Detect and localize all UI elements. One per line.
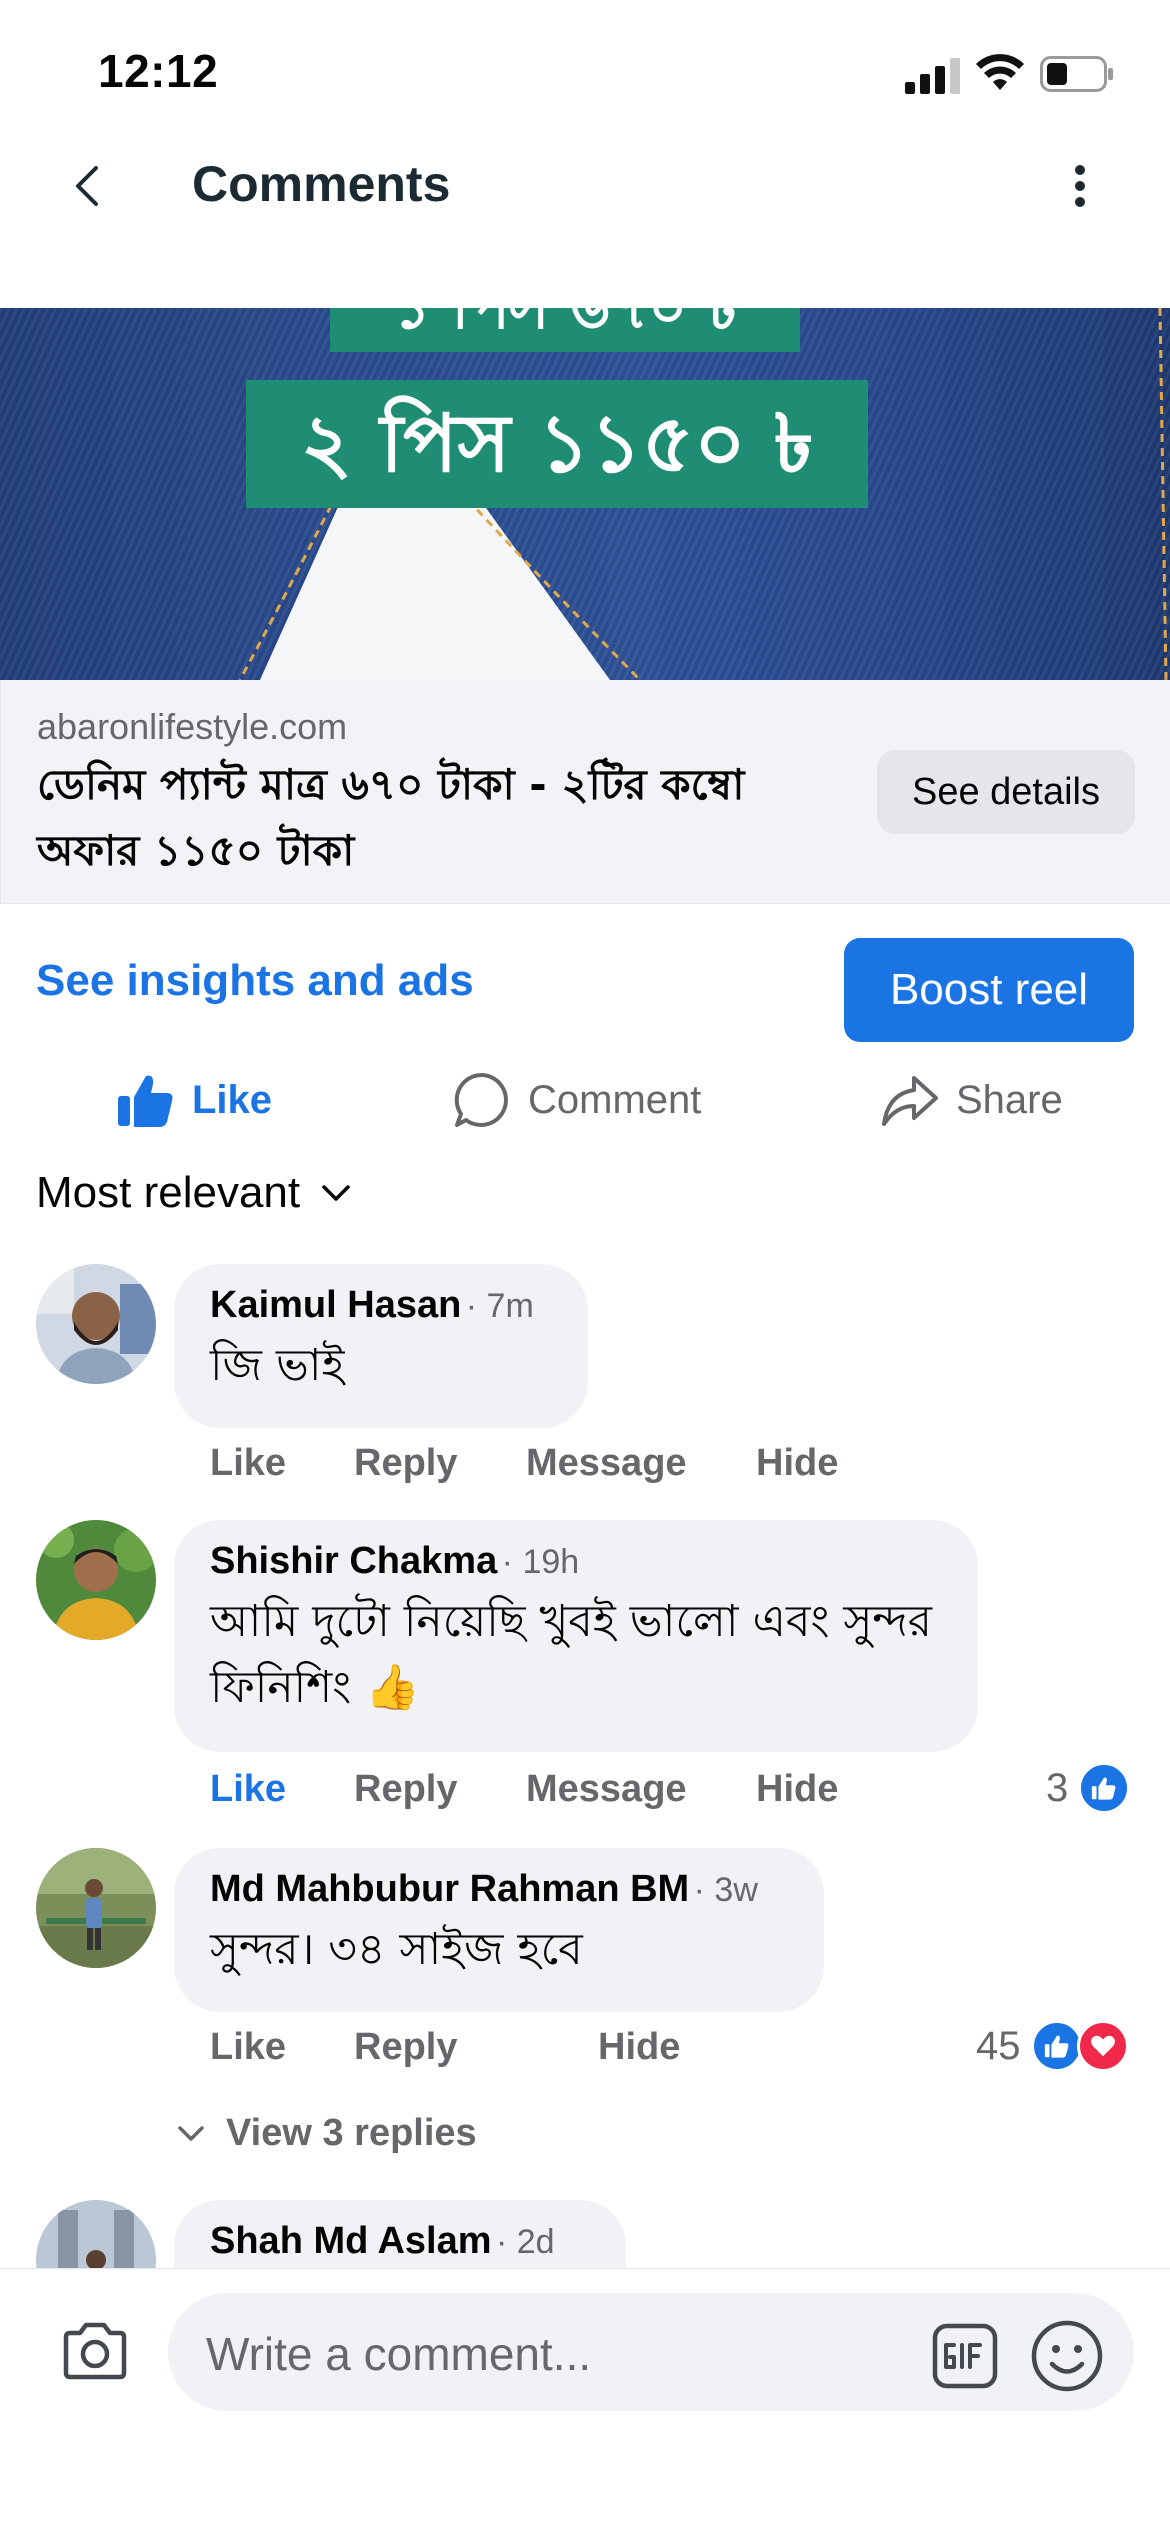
comment-text: আমি দুটো নিয়েছি খুবই ভালো এবং সুন্দর ফি… [210,1596,933,1713]
comment-time: · 7m [465,1287,534,1325]
comment-reply-button[interactable]: Reply [354,1768,457,1811]
cellular-signal-icon [905,58,960,94]
comment-reactions[interactable]: 45 [976,2020,1129,2072]
comment-message-button[interactable]: Message [526,1768,687,1811]
comment-action-button[interactable]: Comment [452,1060,701,1140]
comment-bubble[interactable]: Md Mahbubur Rahman BM · 3w সুন্দর। ৩৪ সা… [174,1848,824,2012]
see-details-button[interactable]: See details [877,750,1135,834]
comment-actions: Like Reply Message Hide [210,1442,910,1492]
sort-dropdown[interactable]: Most relevant [36,1168,352,1218]
emoji-icon[interactable] [1030,2319,1104,2393]
love-reaction-icon [1076,2020,1129,2072]
comment-actions: Like Reply Message Hide [210,1768,910,1818]
ad-image[interactable]: ১ পিস ৬৭০ ৳ ২ পিস ১১৫০ ৳ [0,308,1170,680]
status-time: 12:12 [98,45,219,97]
avatar-photo [36,1264,156,1384]
reaction-count: 3 [1046,1765,1069,1810]
comment-like-button[interactable]: Like [210,1768,286,1811]
share-action-button[interactable]: Share [880,1060,1063,1140]
status-bar: 12:12 [0,0,1170,140]
link-domain: abaronlifestyle.com [37,706,348,747]
comment-input[interactable]: Write a comment... [168,2293,1134,2411]
comment-like-button[interactable]: Like [210,2026,286,2069]
share-arrow-icon [882,1076,938,1126]
avatar[interactable] [36,1520,156,1640]
battery-icon [1040,56,1113,92]
comment-hide-button[interactable]: Hide [598,2026,680,2069]
price-banner-single: ১ পিস ৬৭০ ৳ [330,308,800,352]
price-banner-combo: ২ পিস ১১৫০ ৳ [246,380,868,508]
comment-reply-button[interactable]: Reply [354,1442,457,1485]
gif-icon[interactable] [932,2323,998,2389]
commenter-name[interactable]: Md Mahbubur Rahman BM [210,1868,689,1910]
comment-text: সুন্দর। ৩৪ সাইজ হবে [210,1924,583,1975]
avatar[interactable] [36,1264,156,1384]
like-action-label: Like [192,1077,273,1122]
view-replies-label: View 3 replies [226,2112,477,2154]
comment-bubble-icon [454,1072,508,1127]
back-arrow-icon[interactable] [62,146,112,226]
commenter-name[interactable]: Shishir Chakma [210,1540,497,1582]
chevron-down-icon [322,1185,350,1201]
share-action-label: Share [956,1077,1063,1122]
like-reaction-icon [1078,1762,1131,1814]
comment-message-button[interactable]: Message [526,1442,687,1485]
link-title: ডেনিম প্যান্ট মাত্র ৬৭০ টাকা - ২টির কম্ব… [37,760,745,875]
comment-like-button[interactable]: Like [210,1442,286,1485]
comment-hide-button[interactable]: Hide [756,1768,838,1811]
camera-icon[interactable] [60,2321,130,2381]
sort-label: Most relevant [36,1168,301,1217]
comment-bubble[interactable]: Kaimul Hasan · 7m জি ভাই [174,1264,588,1428]
comment-input-placeholder: Write a comment... [206,2328,592,2380]
like-reaction-icon [1030,2020,1083,2072]
link-preview[interactable]: abaronlifestyle.com ডেনিম প্যান্ট মাত্র … [0,680,1170,904]
comment-reply-button[interactable]: Reply [354,2026,457,2069]
commenter-name[interactable]: Kaimul Hasan [210,1284,461,1326]
see-insights-link[interactable]: See insights and ads [36,956,474,1006]
avatar[interactable] [36,1848,156,1968]
like-action-button[interactable]: Like [116,1060,272,1140]
more-options-icon[interactable] [1060,146,1100,226]
chevron-down-icon [178,2125,204,2141]
avatar-photo [36,1520,156,1640]
comment-time: · 2d [495,2223,555,2261]
comment-hide-button[interactable]: Hide [756,1442,838,1485]
comment-reactions[interactable]: 3 [1046,1762,1131,1814]
boost-reel-button[interactable]: Boost reel [844,938,1134,1042]
avatar-photo [36,1848,156,1968]
comment-time: · 19h [501,1543,580,1581]
comment-composer: Write a comment... [0,2268,1170,2532]
view-replies-button[interactable]: View 3 replies [176,2112,477,2155]
commenter-name[interactable]: Shah Md Aslam [210,2220,492,2262]
comment-action-label: Comment [528,1077,702,1122]
comment-text: জি ভাই [210,1340,345,1391]
page-title: Comments [192,156,451,212]
thumbs-up-icon [118,1075,173,1127]
reaction-count: 45 [976,2023,1021,2068]
comment-bubble[interactable]: Shishir Chakma · 19h আমি দুটো নিয়েছি খু… [174,1520,978,1752]
comment-time: · 3w [693,1871,758,1909]
top-bar: Comments [0,130,1170,240]
wifi-icon [976,54,1024,90]
comment-actions: Like Reply Hide [210,2026,910,2076]
